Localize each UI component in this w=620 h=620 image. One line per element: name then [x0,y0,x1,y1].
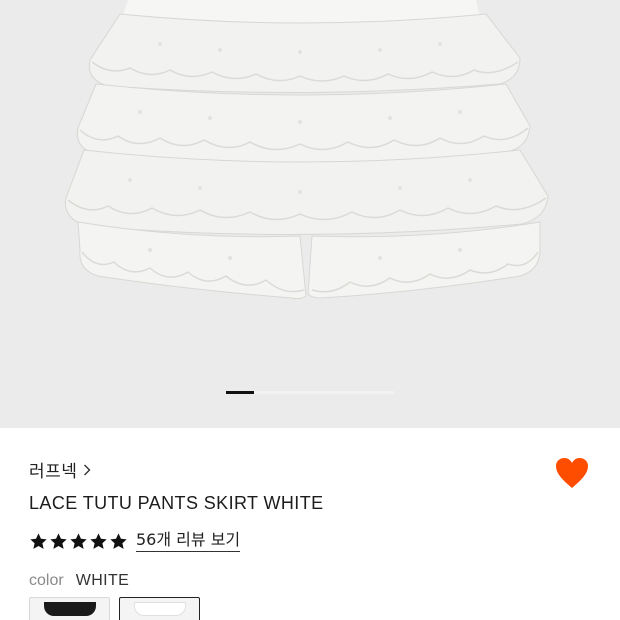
star-icon [110,532,127,549]
swatch-thumbnail [44,602,96,616]
pager-indicator-track [254,391,394,394]
star-icon [50,532,67,549]
rating-stars [29,532,128,551]
heart-icon[interactable] [554,456,590,490]
star-icon [90,532,107,549]
color-value: WHITE [75,572,130,589]
product-photo [0,0,620,428]
swatch-thumbnail [134,602,186,616]
rating-row: 56개 리뷰 보기 [29,530,241,552]
pager-indicator-active [226,391,254,394]
swatch-white[interactable] [119,597,200,620]
gallery-pager [226,391,394,394]
brand-link[interactable]: 러프넥 [29,457,91,482]
reviews-link[interactable]: 56개 리뷰 보기 [136,530,241,552]
color-label: color [29,572,64,589]
color-selection: color WHITE [29,572,129,590]
product-info: 러프넥 LACE TUTU PANTS SKIRT WHITE 56개 리뷰 보… [0,428,620,620]
star-icon [70,532,87,549]
star-icon [30,532,47,549]
chevron-right-icon [84,464,91,475]
brand-name: 러프넥 [29,462,78,482]
product-image-gallery[interactable] [0,0,620,428]
product-title: LACE TUTU PANTS SKIRT WHITE [29,493,324,513]
color-swatches [29,597,200,620]
swatch-black[interactable] [29,597,110,620]
